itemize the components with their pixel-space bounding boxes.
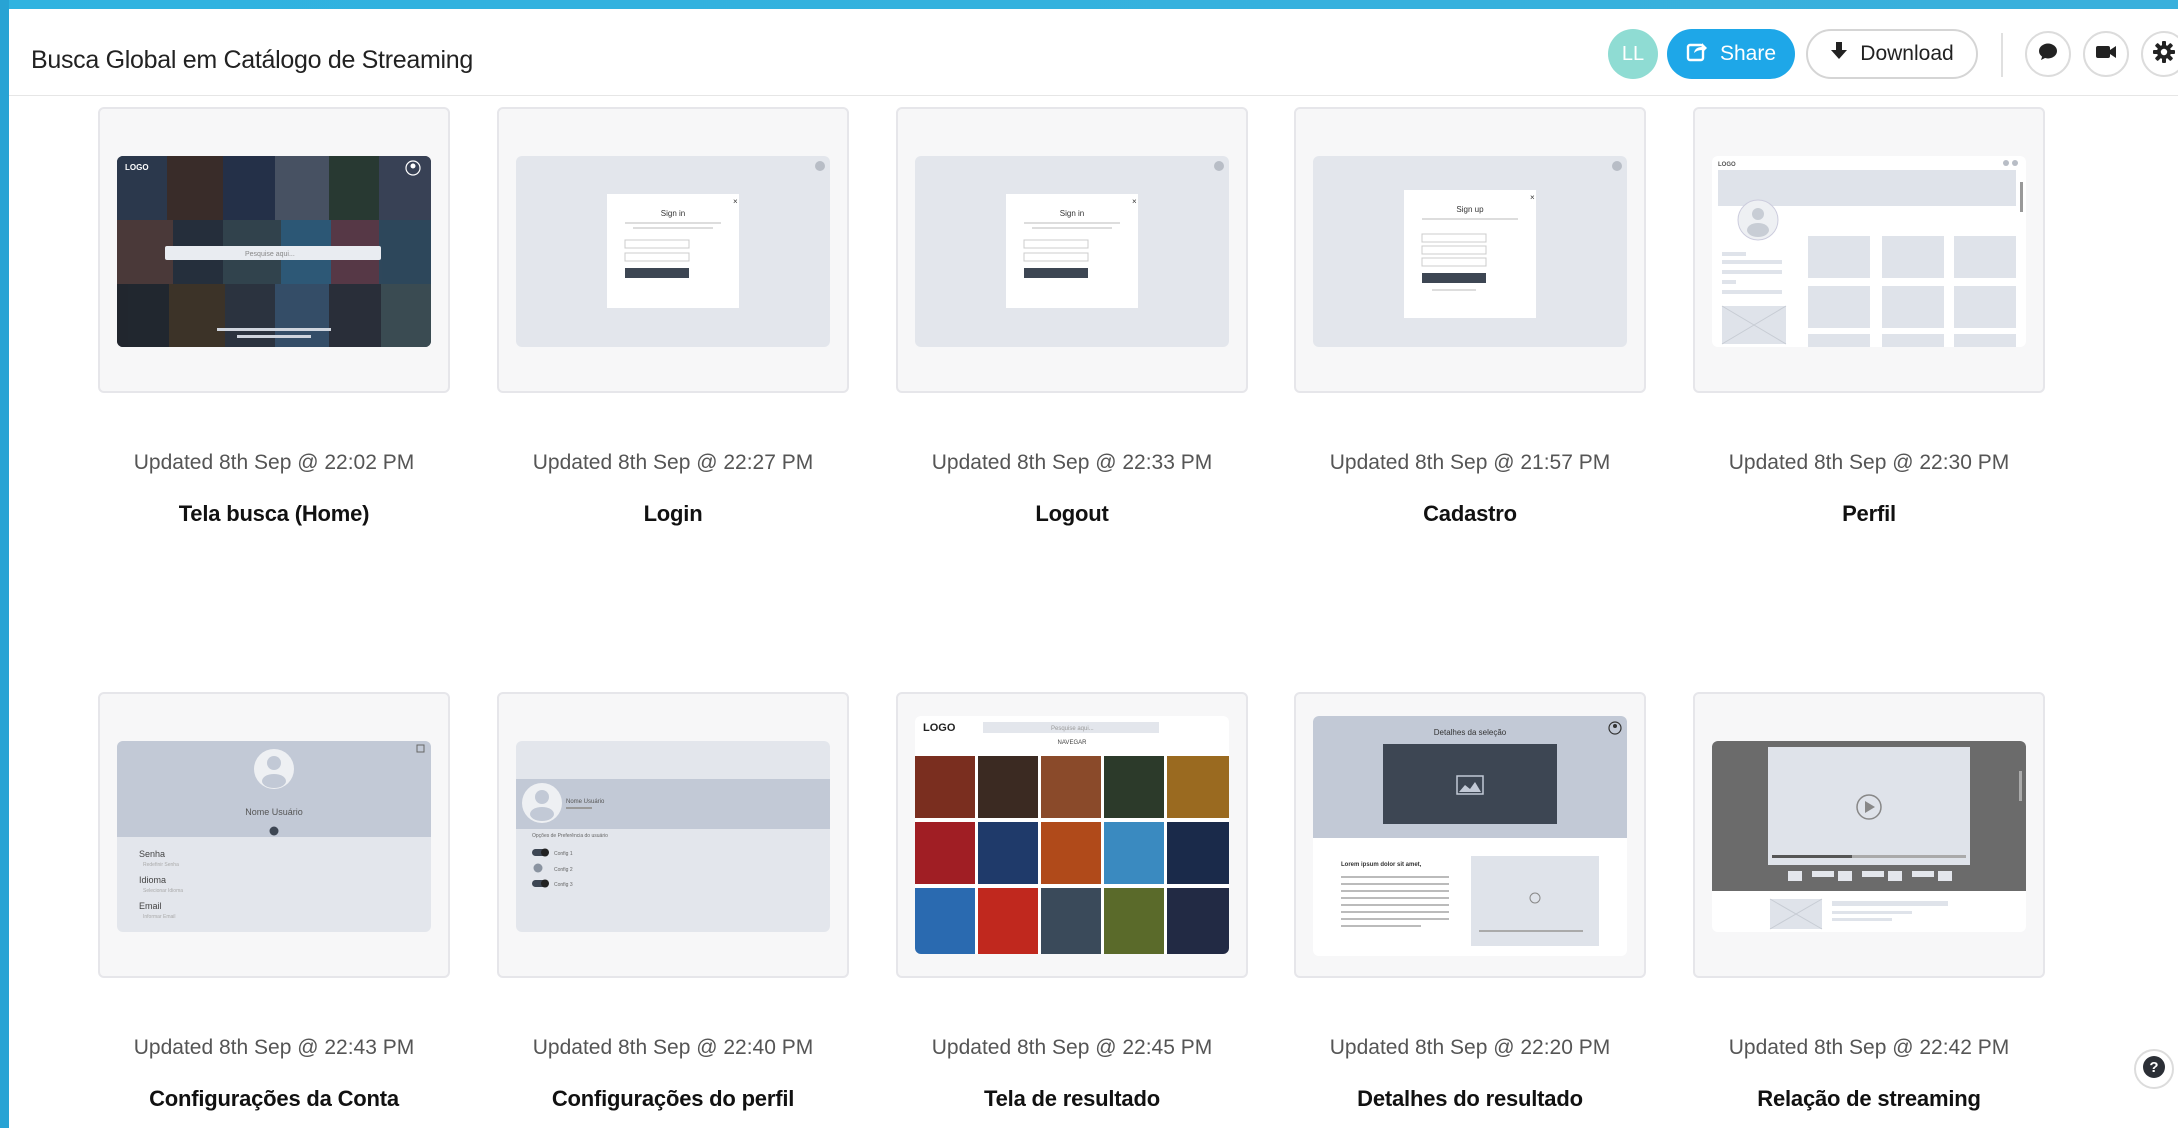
svg-text:Senha: Senha xyxy=(139,849,165,859)
svg-text:Idioma: Idioma xyxy=(139,875,166,885)
screen-updated: Updated 8th Sep @ 22:40 PM xyxy=(532,1036,814,1059)
video-call-button[interactable] xyxy=(2083,31,2129,77)
screen-name[interactable]: Cadastro xyxy=(1294,501,1646,527)
svg-text:Config 1: Config 1 xyxy=(554,851,573,857)
share-label: Share xyxy=(1719,42,1777,65)
window-frame-top xyxy=(0,0,2178,9)
screen-thumbnail: Nome Usuário Opções de Preferência do us… xyxy=(516,741,830,932)
svg-text:×: × xyxy=(1530,193,1535,202)
screen-updated: Updated 8th Sep @ 22:20 PM xyxy=(1329,1036,1611,1059)
download-label: Download xyxy=(1860,42,1954,65)
svg-text:LOGO: LOGO xyxy=(1718,162,1736,168)
svg-text:Sign in: Sign in xyxy=(1060,209,1084,218)
screen-updated: Updated 8th Sep @ 22:43 PM xyxy=(133,1036,415,1059)
screen-name[interactable]: Login xyxy=(497,501,849,527)
svg-text:Redefinir Senha: Redefinir Senha xyxy=(143,862,179,868)
screen-card[interactable] xyxy=(1693,692,2045,978)
screen-updated: Updated 8th Sep @ 22:33 PM xyxy=(931,451,1213,474)
screen-name[interactable]: Relação de streaming xyxy=(1693,1086,2045,1112)
svg-text:LOGO: LOGO xyxy=(923,722,956,734)
svg-text:?: ? xyxy=(2149,1059,2158,1076)
svg-text:Nome Usuário: Nome Usuário xyxy=(566,799,605,805)
svg-text:Sign in: Sign in xyxy=(661,209,685,218)
svg-text:Config 3: Config 3 xyxy=(554,882,573,888)
screen-name[interactable]: Tela de resultado xyxy=(896,1086,1248,1112)
svg-text:LOGO: LOGO xyxy=(125,163,149,172)
app-window: Busca Global em Catálogo de Streaming LL… xyxy=(9,9,2178,1128)
svg-text:Config 2: Config 2 xyxy=(554,867,573,873)
screen-thumbnail: Nome Usuário Senha Redefinir Senha Idiom… xyxy=(117,741,431,932)
screen-updated: Updated 8th Sep @ 21:57 PM xyxy=(1329,451,1611,474)
help-button[interactable]: ? xyxy=(2134,1049,2174,1089)
window-frame-left xyxy=(0,0,9,1128)
svg-text:Informar Email: Informar Email xyxy=(143,914,176,920)
share-icon xyxy=(1686,40,1708,68)
screen-thumbnail: LOGO Pesquise aqui... NAVEGAR xyxy=(915,716,1229,954)
gear-icon xyxy=(2152,40,2176,69)
help-icon: ? xyxy=(2142,1055,2166,1084)
screen-card[interactable]: Sign in × xyxy=(896,107,1248,393)
project-title: Busca Global em Catálogo de Streaming xyxy=(31,46,473,74)
screen-name[interactable]: Detalhes do resultado xyxy=(1294,1086,1646,1112)
screen-name[interactable]: Logout xyxy=(896,501,1248,527)
svg-text:Lorem ipsum dolor sit amet,: Lorem ipsum dolor sit amet, xyxy=(1341,862,1422,868)
screen-thumbnail: Sign up × xyxy=(1313,156,1627,347)
avatar[interactable]: LL xyxy=(1608,29,1658,79)
svg-text:NAVEGAR: NAVEGAR xyxy=(1058,740,1088,746)
header-divider xyxy=(2001,33,2003,77)
screen-thumbnail xyxy=(1712,741,2026,932)
screen-updated: Updated 8th Sep @ 22:02 PM xyxy=(133,451,415,474)
screen-card[interactable]: Detalhes da seleção Lorem ipsum dolor si… xyxy=(1294,692,1646,978)
screen-updated: Updated 8th Sep @ 22:30 PM xyxy=(1728,451,2010,474)
screen-card[interactable]: LOGO Pesquise aqui... NAVEGAR xyxy=(896,692,1248,978)
screen-thumbnail: Detalhes da seleção Lorem ipsum dolor si… xyxy=(1313,716,1627,956)
screen-thumbnail: LOGO xyxy=(1712,156,2026,347)
svg-text:Pesquise aqui...: Pesquise aqui... xyxy=(1051,726,1094,732)
top-bar: Busca Global em Catálogo de Streaming LL… xyxy=(9,9,2178,96)
screen-card[interactable]: LOGO Pesquise aqui... xyxy=(98,107,450,393)
comment-icon xyxy=(2037,41,2059,68)
download-button[interactable]: Download xyxy=(1806,29,1978,79)
svg-text:×: × xyxy=(733,197,738,206)
svg-text:Nome Usuário: Nome Usuário xyxy=(245,807,303,817)
screen-updated: Updated 8th Sep @ 22:27 PM xyxy=(532,451,814,474)
svg-text:Pesquise aqui...: Pesquise aqui... xyxy=(245,251,295,258)
screen-card[interactable]: Nome Usuário Senha Redefinir Senha Idiom… xyxy=(98,692,450,978)
video-icon xyxy=(2095,43,2117,66)
screen-card[interactable]: Sign up × xyxy=(1294,107,1646,393)
screen-thumbnail: LOGO Pesquise aqui... xyxy=(117,156,431,347)
screen-updated: Updated 8th Sep @ 22:42 PM xyxy=(1728,1036,2010,1059)
screen-thumbnail: Sign in × xyxy=(516,156,830,347)
screen-card[interactable]: Sign in × xyxy=(497,107,849,393)
screen-name[interactable]: Tela busca (Home) xyxy=(98,501,450,527)
svg-text:Email: Email xyxy=(139,901,162,911)
screen-name[interactable]: Perfil xyxy=(1693,501,2045,527)
screen-name[interactable]: Configurações da Conta xyxy=(98,1086,450,1112)
share-button[interactable]: Share xyxy=(1667,29,1795,79)
comment-button[interactable] xyxy=(2025,31,2071,77)
screen-card[interactable]: LOGO xyxy=(1693,107,2045,393)
screen-name[interactable]: Configurações do perfil xyxy=(497,1086,849,1112)
svg-text:Detalhes da seleção: Detalhes da seleção xyxy=(1434,728,1507,737)
screen-thumbnail: Sign in × xyxy=(915,156,1229,347)
download-icon xyxy=(1830,41,1848,67)
svg-text:×: × xyxy=(1132,197,1137,206)
svg-text:Selecionar Idioma: Selecionar Idioma xyxy=(143,888,183,894)
screen-updated: Updated 8th Sep @ 22:45 PM xyxy=(931,1036,1213,1059)
screen-card[interactable]: Nome Usuário Opções de Preferência do us… xyxy=(497,692,849,978)
settings-button[interactable] xyxy=(2141,31,2178,77)
svg-text:Sign up: Sign up xyxy=(1456,205,1484,214)
svg-text:Opções de Preferência do usuár: Opções de Preferência do usuário xyxy=(532,833,608,839)
